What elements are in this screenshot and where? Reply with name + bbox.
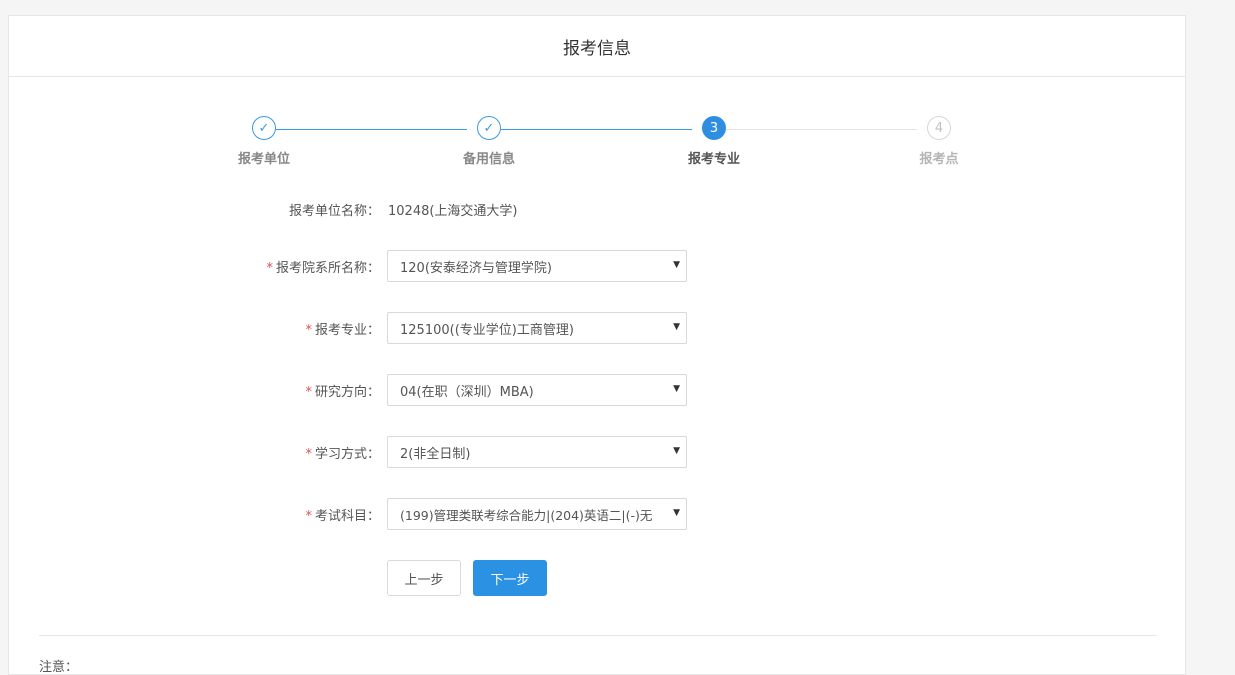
step-connector bbox=[726, 129, 917, 130]
study-mode-selected-value: 2(非全日制) bbox=[400, 446, 471, 462]
study-mode-select[interactable]: 2(非全日制) ▼ bbox=[387, 436, 687, 468]
study-mode-row: * 学习方式： 2(非全日制) ▼ bbox=[9, 436, 1185, 468]
subjects-row: * 考试科目： (199)管理类联考综合能力|(204)英语二|(-)无 ▼ bbox=[9, 498, 1185, 530]
department-row: * 报考院系所名称： 120(安泰经济与管理学院) ▼ bbox=[9, 250, 1185, 282]
info-panel: 报考信息 ✓ 报考单位 ✓ 备用信息 3 报考专业 4 报考点 报考单位名称： … bbox=[8, 15, 1186, 675]
required-marker: * bbox=[305, 384, 312, 400]
major-select[interactable]: 125100((专业学位)工商管理) ▼ bbox=[387, 312, 687, 344]
major-row: * 报考专业： 125100((专业学位)工商管理) ▼ bbox=[9, 312, 1185, 344]
direction-label: * 研究方向： bbox=[305, 384, 380, 400]
caret-down-icon: ▼ bbox=[673, 260, 680, 270]
next-step-button[interactable]: 下一步 bbox=[473, 560, 547, 596]
step-3-number: 3 bbox=[702, 116, 726, 140]
prev-step-button[interactable]: 上一步 bbox=[387, 560, 461, 596]
subjects-select[interactable]: (199)管理类联考综合能力|(204)英语二|(-)无 ▼ bbox=[387, 498, 687, 530]
direction-row: * 研究方向： 04(在职（深圳）MBA) ▼ bbox=[9, 374, 1185, 406]
subjects-label: * 考试科目： bbox=[305, 508, 380, 524]
department-select[interactable]: 120(安泰经济与管理学院) ▼ bbox=[387, 250, 687, 282]
required-marker: * bbox=[266, 260, 273, 276]
required-marker: * bbox=[305, 322, 312, 338]
required-marker: * bbox=[305, 446, 312, 462]
step-2-check-icon: ✓ bbox=[477, 116, 501, 140]
major-label: * 报考专业： bbox=[305, 322, 380, 338]
unit-label: 报考单位名称： bbox=[288, 203, 380, 219]
department-label: * 报考院系所名称： bbox=[266, 260, 380, 276]
step-2-label: 备用信息 bbox=[462, 152, 515, 167]
step-1-check-icon: ✓ bbox=[252, 116, 276, 140]
direction-selected-value: 04(在职（深圳）MBA) bbox=[400, 384, 534, 400]
step-4-number: 4 bbox=[927, 116, 951, 140]
progress-stepper: ✓ 报考单位 ✓ 备用信息 3 报考专业 4 报考点 bbox=[9, 116, 1185, 176]
caret-down-icon: ▼ bbox=[673, 446, 680, 456]
major-selected-value: 125100((专业学位)工商管理) bbox=[400, 322, 574, 338]
note-heading: 注意： bbox=[39, 660, 79, 675]
direction-select[interactable]: 04(在职（深圳）MBA) ▼ bbox=[387, 374, 687, 406]
subjects-selected-value: (199)管理类联考综合能力|(204)英语二|(-)无 bbox=[400, 507, 653, 523]
unit-row: 报考单位名称： 10248(上海交通大学) bbox=[9, 193, 1185, 225]
department-selected-value: 120(安泰经济与管理学院) bbox=[400, 260, 552, 276]
caret-down-icon: ▼ bbox=[673, 322, 680, 332]
unit-value: 10248(上海交通大学) bbox=[388, 203, 518, 219]
required-marker: * bbox=[305, 508, 312, 524]
study-mode-label: * 学习方式： bbox=[305, 446, 380, 462]
step-3-label: 报考专业 bbox=[687, 152, 740, 167]
caret-down-icon: ▼ bbox=[673, 508, 680, 518]
step-connector bbox=[276, 129, 467, 130]
step-connector bbox=[501, 129, 692, 130]
step-4-label: 报考点 bbox=[919, 152, 959, 167]
step-1-label: 报考单位 bbox=[237, 152, 290, 167]
section-divider bbox=[39, 635, 1157, 636]
panel-title: 报考信息 bbox=[9, 16, 1185, 77]
caret-down-icon: ▼ bbox=[673, 384, 680, 394]
